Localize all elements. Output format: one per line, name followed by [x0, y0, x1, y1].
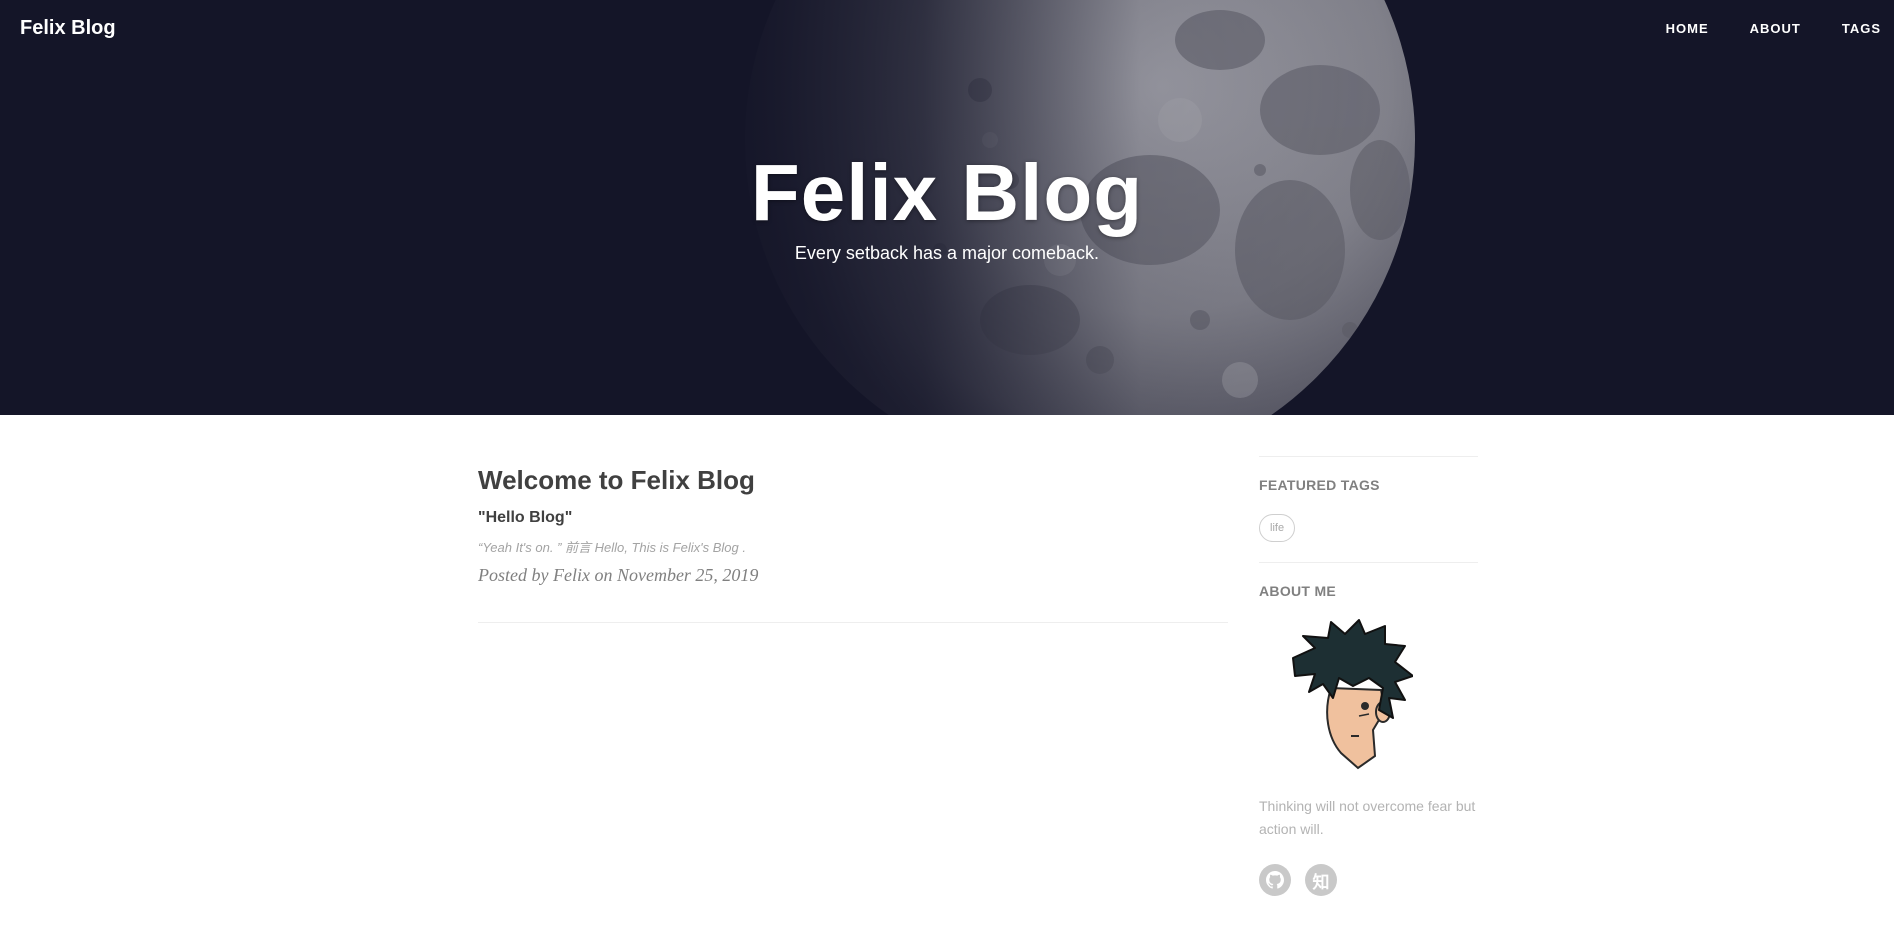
post-list: Welcome to Felix Blog "Hello Blog" “Yeah… [478, 460, 1228, 588]
post-divider [478, 622, 1228, 623]
hero-header: Felix Blog HOME ABOUT TAGS Felix Blog Ev… [0, 0, 1894, 415]
top-navbar: Felix Blog HOME ABOUT TAGS [0, 0, 1894, 58]
post-preview[interactable]: Welcome to Felix Blog "Hello Blog" “Yeah… [478, 460, 1228, 588]
site-heading: Felix Blog Every setback has a major com… [0, 148, 1894, 266]
site-subtitle: Every setback has a major comeback. [794, 243, 1100, 263]
post-title[interactable]: Welcome to Felix Blog [478, 460, 1228, 500]
post-meta: Posted by Felix on November 25, 2019 [478, 565, 759, 585]
social-links: 知 [1259, 864, 1478, 896]
about-me-text: Thinking will not overcome fear but acti… [1259, 798, 1476, 837]
tag-life[interactable]: life [1259, 514, 1296, 542]
post-subtitle[interactable]: "Hello Blog" [478, 506, 1228, 530]
post-excerpt: “Yeah It's on. ” 前言 Hello, This is Felix… [478, 540, 746, 555]
nav-tags-link[interactable]: TAGS [1842, 21, 1881, 36]
nav-home-link[interactable]: HOME [1666, 21, 1709, 36]
brand-link[interactable]: Felix Blog [20, 17, 116, 40]
site-title: Felix Blog [750, 148, 1144, 237]
sidebar: FEATURED TAGS life ABOUT ME Thinking wil… [1259, 456, 1478, 896]
sidebar-divider [1259, 562, 1478, 563]
about-me-heading: ABOUT ME [1259, 583, 1337, 599]
nav-about-link[interactable]: ABOUT [1750, 21, 1801, 36]
github-link[interactable] [1259, 864, 1291, 896]
sidebar-divider [1259, 456, 1478, 457]
zhihu-icon: 知 [1312, 872, 1330, 892]
nav-links: HOME ABOUT TAGS [1625, 21, 1881, 36]
featured-tags-heading: FEATURED TAGS [1259, 477, 1380, 493]
avatar [1292, 619, 1413, 770]
github-icon [1266, 871, 1284, 889]
zhihu-link[interactable]: 知 [1305, 864, 1337, 896]
